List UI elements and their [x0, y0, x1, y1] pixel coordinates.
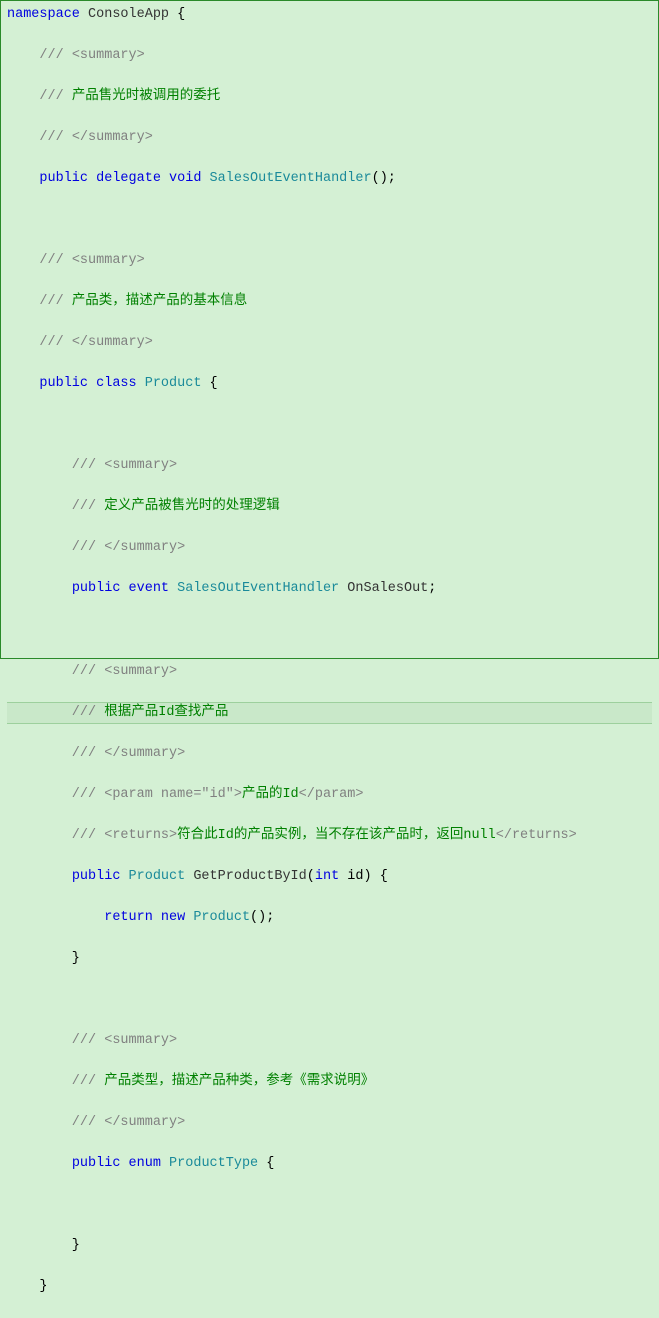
- keyword-delegate: delegate: [88, 171, 161, 186]
- highlighted-line: /// 根据产品Id查找产品: [7, 702, 652, 725]
- keyword-return: return: [104, 910, 153, 925]
- class-name: Product: [137, 376, 202, 391]
- keyword-public: public: [39, 171, 88, 186]
- keyword-class: class: [88, 376, 137, 391]
- blank-line: [7, 1195, 652, 1216]
- param-close: id) {: [339, 869, 388, 884]
- doc-tag: </summary>: [104, 1115, 185, 1130]
- keyword-public: public: [72, 1156, 121, 1171]
- doc-tag: </summary>: [104, 540, 185, 555]
- doc-slash: ///: [7, 1074, 104, 1089]
- doc-tag: <summary>: [72, 253, 145, 268]
- doc-slash: ///: [7, 1033, 104, 1048]
- method-name: GetProductById: [185, 869, 307, 884]
- keyword-public: public: [72, 581, 121, 596]
- blank-line: [7, 210, 652, 231]
- keyword-public: public: [72, 869, 121, 884]
- delegate-name: SalesOutEventHandler: [201, 171, 371, 186]
- doc-text: 产品类，描述产品的基本信息: [72, 294, 248, 309]
- doc-slash: ///: [7, 746, 104, 761]
- event-name: OnSalesOut: [339, 581, 428, 596]
- doc-tag: </summary>: [72, 335, 153, 350]
- parens: ();: [372, 171, 396, 186]
- doc-slash: ///: [7, 458, 104, 473]
- doc-tag: <summary>: [72, 48, 145, 63]
- doc-slash: ///: [7, 294, 72, 309]
- brace: {: [177, 7, 185, 22]
- keyword-void: void: [161, 171, 202, 186]
- code-block: namespace ConsoleApp { /// <summary> ///…: [7, 5, 652, 1318]
- doc-slash: ///: [7, 89, 72, 104]
- keyword-event: event: [120, 581, 169, 596]
- doc-slash: ///: [7, 664, 104, 679]
- keyword-new: new: [153, 910, 185, 925]
- indent: [7, 581, 72, 596]
- keyword-int: int: [315, 869, 339, 884]
- doc-tag: </summary>: [104, 746, 185, 761]
- close-brace: }: [7, 949, 652, 970]
- doc-tag: <summary>: [104, 1033, 177, 1048]
- doc-text: 产品售光时被调用的委托: [72, 89, 221, 104]
- close-brace: }: [7, 1277, 652, 1298]
- doc-tag: <returns>: [104, 828, 177, 843]
- namespace-name: ConsoleApp: [80, 7, 177, 22]
- doc-slash: ///: [7, 1115, 104, 1130]
- doc-tag: <summary>: [104, 664, 177, 679]
- doc-tag: </summary>: [72, 130, 153, 145]
- doc-slash: ///: [7, 705, 104, 720]
- blank-line: [7, 990, 652, 1011]
- paren-open: (: [307, 869, 315, 884]
- doc-tag: </returns>: [496, 828, 577, 843]
- enum-name: ProductType: [161, 1156, 258, 1171]
- doc-text: 根据产品Id查找产品: [104, 705, 228, 720]
- close-brace: }: [7, 1236, 652, 1257]
- indent: [7, 171, 39, 186]
- brace: {: [201, 376, 217, 391]
- doc-slash: ///: [7, 48, 72, 63]
- ctor-type: Product: [185, 910, 250, 925]
- keyword-enum: enum: [120, 1156, 161, 1171]
- indent: [7, 869, 72, 884]
- brace: {: [258, 1156, 274, 1171]
- call: ();: [250, 910, 274, 925]
- event-type: SalesOutEventHandler: [169, 581, 339, 596]
- doc-tag: <summary>: [104, 458, 177, 473]
- doc-slash: ///: [7, 130, 72, 145]
- indent: [7, 376, 39, 391]
- doc-tag: <param name="id">: [104, 787, 242, 802]
- doc-slash: ///: [7, 540, 104, 555]
- doc-slash: ///: [7, 499, 104, 514]
- doc-text: 产品的Id: [242, 787, 299, 802]
- doc-text: 符合此Id的产品实例，当不存在该产品时，返回null: [177, 828, 496, 843]
- doc-slash: ///: [7, 828, 104, 843]
- doc-text: 定义产品被售光时的处理逻辑: [104, 499, 280, 514]
- semicolon: ;: [428, 581, 436, 596]
- keyword-public: public: [39, 376, 88, 391]
- keyword-namespace: namespace: [7, 7, 80, 22]
- doc-slash: ///: [7, 335, 72, 350]
- doc-slash: ///: [7, 787, 104, 802]
- return-type: Product: [120, 869, 185, 884]
- doc-slash: ///: [7, 253, 72, 268]
- doc-tag: </param>: [299, 787, 364, 802]
- blank-line: [7, 415, 652, 436]
- blank-line: [7, 620, 652, 641]
- indent: [7, 1156, 72, 1171]
- doc-text: 产品类型，描述产品种类，参考《需求说明》: [104, 1074, 374, 1089]
- indent: [7, 910, 104, 925]
